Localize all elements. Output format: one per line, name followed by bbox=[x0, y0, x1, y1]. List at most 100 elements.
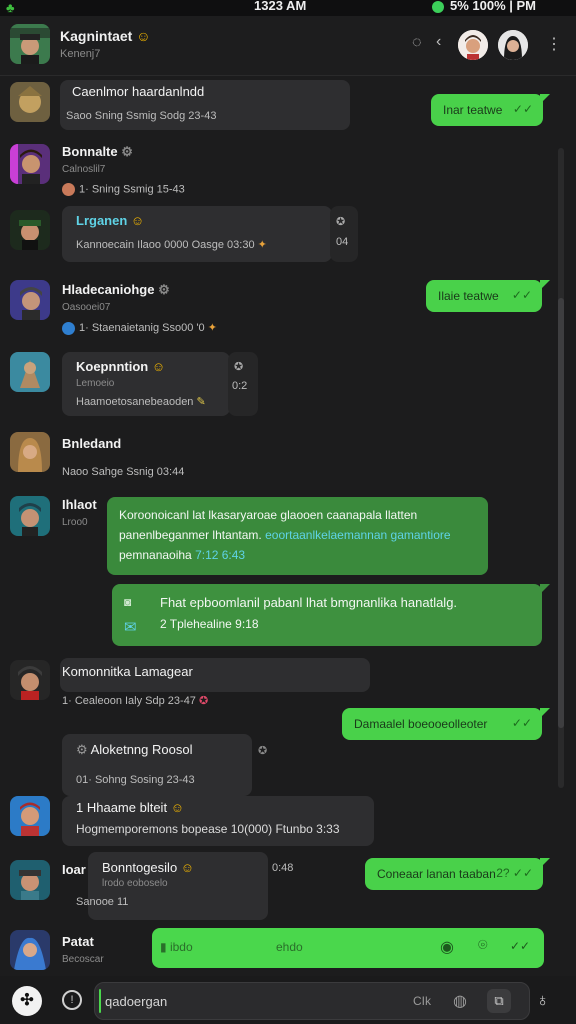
mic-icon[interactable]: ♁ bbox=[536, 990, 550, 1011]
status-right: 5% 100% | PM bbox=[432, 0, 536, 13]
reaction-count: 0:48 bbox=[272, 862, 294, 874]
chat-title-text: Kagnintaet bbox=[60, 28, 133, 44]
message-meta: 1· Sning Ssmig 15-43 bbox=[62, 183, 185, 196]
avatar[interactable] bbox=[10, 144, 50, 184]
message-body-text: Haamoetosanebeaoden bbox=[76, 396, 194, 408]
pin-icon[interactable]: ⌾ bbox=[478, 937, 488, 955]
avatar[interactable] bbox=[10, 210, 50, 250]
reaction-icon[interactable]: ✪ bbox=[234, 360, 243, 373]
sender-subtitle: lrodo eoboselo bbox=[102, 878, 168, 889]
avatar[interactable] bbox=[10, 82, 50, 122]
message-meta: Sanooe 11 bbox=[76, 896, 128, 908]
reaction-count: 04 bbox=[336, 236, 349, 248]
check-icon: ✓✓ bbox=[512, 102, 533, 116]
gif-button[interactable]: CIk bbox=[413, 994, 431, 1008]
message-title-text: Bonntogesilo bbox=[102, 860, 178, 875]
status-time: 1323 AM bbox=[254, 0, 307, 13]
message-title-text: Aloketnng Roosol bbox=[90, 742, 193, 757]
sender-name: Bnledand bbox=[62, 436, 122, 451]
message-text: Hogmemporemons bopease 10(000) Ftunbo 3:… bbox=[76, 822, 340, 836]
avatar[interactable] bbox=[10, 796, 50, 836]
emoji-icon: ☺ bbox=[130, 213, 145, 228]
emoji-icon: ☺ bbox=[170, 800, 184, 815]
message-title: Bonntogesilo ☺ bbox=[102, 860, 194, 875]
sender-subtitle: Calnoslil7 bbox=[62, 164, 106, 175]
draft-left: ▮ ibdo bbox=[160, 940, 193, 954]
check-icon: 2? ✓✓ bbox=[496, 866, 533, 880]
message-bubble[interactable]: Koroonoicanl lat lkasaryaroae glaooen ca… bbox=[107, 497, 488, 575]
star-icon: ✦ bbox=[207, 322, 217, 334]
sender-subtitle: Oasooei07 bbox=[62, 302, 111, 313]
avatar[interactable] bbox=[10, 432, 50, 472]
draft-message[interactable]: ▮ ibdo ehdo ◉ ⌾ ✓✓ bbox=[152, 928, 544, 968]
avatar[interactable] bbox=[10, 24, 50, 64]
reaction-icon[interactable]: ✪ bbox=[336, 215, 345, 228]
plus-icon[interactable]: ✣ bbox=[12, 986, 42, 1016]
message-time: 7:12 6:43 bbox=[195, 548, 246, 562]
message-input[interactable]: qadoergan CIk ◍ ⧉ bbox=[94, 982, 530, 1020]
sticker-icon[interactable]: ◍ bbox=[453, 991, 467, 1011]
check-icon: ✓✓ bbox=[510, 939, 531, 953]
sender-name-text: Lrganen bbox=[76, 213, 128, 228]
sent-message[interactable]: Inar teatwe ✓✓ bbox=[431, 94, 543, 126]
clover-icon: ♣ bbox=[6, 0, 15, 15]
emoji-icon: ☺ bbox=[180, 860, 195, 875]
avatar bbox=[62, 183, 75, 196]
chat-subtitle: Kenenj7 bbox=[60, 48, 101, 60]
avatar[interactable] bbox=[10, 860, 50, 900]
battery-text: 5% 100% | PM bbox=[450, 0, 537, 13]
star-icon: ✦ bbox=[257, 239, 267, 251]
participant-avatar-2[interactable] bbox=[498, 30, 528, 60]
message-line: pemnanaoiha 7:12 6:43 bbox=[119, 548, 245, 562]
message-meta-text: 1· Cealeoon Ialy Sdp 23-47 bbox=[62, 695, 196, 707]
avatar[interactable] bbox=[10, 496, 50, 536]
sent-message[interactable]: Damaalel boeooeolleoter ✓✓ bbox=[342, 708, 542, 740]
bubble-tail bbox=[540, 584, 550, 594]
settings-icon: ⚙ bbox=[76, 742, 88, 757]
sent-message[interactable]: Ilaie teatwe ✓✓ bbox=[426, 280, 542, 312]
avatar[interactable] bbox=[10, 280, 50, 320]
message-meta: 1· Cealeoon Ialy Sdp 23-47 ✪ bbox=[62, 694, 208, 707]
sent-message-text: Ilaie teatwe bbox=[438, 289, 499, 303]
more-icon[interactable]: ⋮ bbox=[546, 34, 562, 54]
bubble-tail bbox=[540, 280, 550, 290]
status-bar: ♣ 1323 AM 5% 100% | PM bbox=[0, 0, 576, 16]
reaction-icon[interactable]: ✪ bbox=[258, 744, 267, 757]
sender-name-text: Hladecaniohge bbox=[62, 282, 155, 297]
message-text: pemnanaoiha bbox=[119, 548, 196, 562]
sender-name-text: Koepnntion bbox=[76, 359, 149, 374]
sender-name: Hladecaniohge ⚙ bbox=[62, 282, 170, 298]
attach-icon[interactable]: ⧉ bbox=[487, 989, 511, 1013]
scrollbar-thumb[interactable] bbox=[558, 298, 564, 728]
sender-name: Koepnntion ☺ bbox=[76, 359, 165, 374]
pin-icon[interactable]: ◌ bbox=[412, 34, 422, 52]
reaction-count: 0:2 bbox=[232, 380, 248, 392]
scrollbar[interactable] bbox=[558, 148, 564, 788]
avatar[interactable] bbox=[10, 352, 50, 392]
sender-name: 1 Hhaame blteit ☺ bbox=[76, 800, 184, 815]
avatar[interactable] bbox=[10, 930, 50, 970]
emoji-icon: ☺ bbox=[151, 359, 166, 374]
camera-icon[interactable]: ◙ bbox=[124, 595, 131, 609]
message-link[interactable]: eoortaanlkelaemannan gamantiore bbox=[265, 528, 450, 542]
message-bubble[interactable]: ◙ Fhat epboomlanil pabanl lhat bmgnanlik… bbox=[112, 584, 542, 646]
bubble-tail bbox=[540, 94, 550, 104]
emoji-icon[interactable]: ! bbox=[62, 990, 82, 1010]
sent-message-text: Coneaar lanan taaban bbox=[377, 867, 496, 881]
sent-message[interactable]: Coneaar lanan taaban 2? ✓✓ bbox=[365, 858, 543, 890]
avatar[interactable] bbox=[10, 660, 50, 700]
settings-icon: ⚙ bbox=[121, 144, 133, 159]
participant-avatar-1[interactable] bbox=[458, 30, 488, 60]
sender-subtitle: Lemoeio bbox=[76, 378, 115, 389]
attach-icon[interactable]: ✉ bbox=[124, 618, 137, 636]
message-meta: 1· Staenaietanig Sso00 '0 ✦ bbox=[62, 321, 217, 335]
sender-name-text: Bonnalte bbox=[62, 144, 118, 159]
bubble-tail bbox=[540, 708, 550, 718]
chat-title: Kagnintaet ☺ bbox=[60, 28, 151, 44]
check-icon: ✓✓ bbox=[511, 288, 532, 302]
camera-icon[interactable]: ◉ bbox=[440, 937, 454, 957]
check-icon: ✓✓ bbox=[511, 716, 532, 730]
message-meta: Naoo Sahge Ssnig 03:44 bbox=[62, 466, 185, 478]
sent-message-text: Damaalel boeooeolleoter bbox=[354, 717, 488, 731]
back-icon[interactable]: ‹ bbox=[436, 33, 441, 51]
